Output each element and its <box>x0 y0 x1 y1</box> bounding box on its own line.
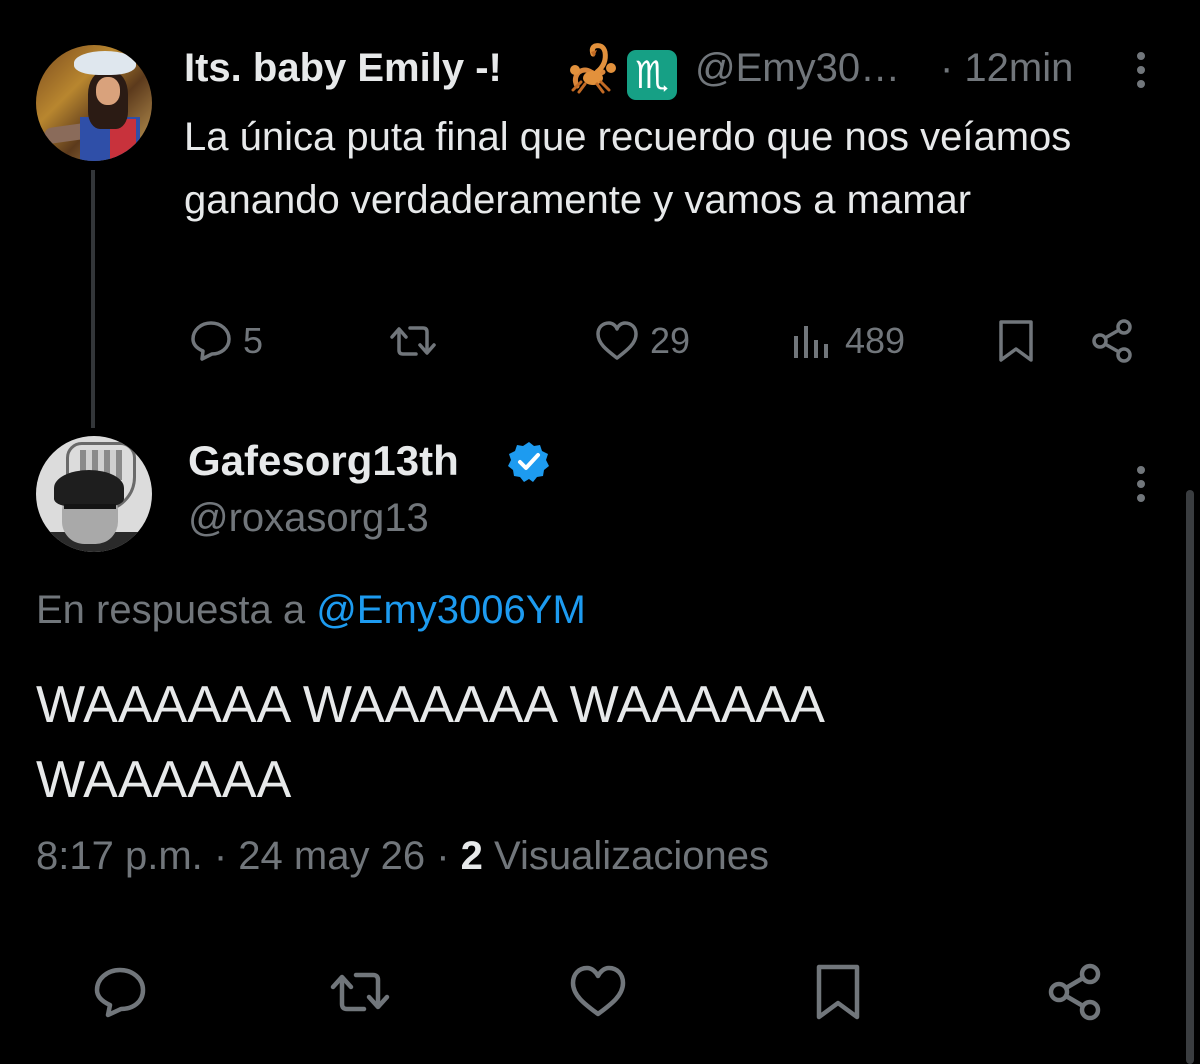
reply-mention-link[interactable]: @Emy3006YM <box>316 588 586 632</box>
views-count: 489 <box>845 320 906 361</box>
retweet-icon[interactable] <box>390 318 436 364</box>
avatar-gafesorg[interactable] <box>36 436 152 552</box>
tweet-text: WAAAAAA WAAAAAA WAAAAAA WAAAAAA <box>36 676 823 809</box>
verified-badge-icon <box>508 442 549 482</box>
share-icon[interactable] <box>1090 318 1136 364</box>
reply-count: 5 <box>243 320 264 361</box>
reply-prefix: En respuesta a <box>36 588 317 632</box>
author-name[interactable]: Its. baby Emily -! <box>184 46 502 91</box>
scorpion-emoji-icon <box>570 43 616 94</box>
reply-context: En respuesta a @Emy3006YM <box>36 588 586 633</box>
bookmark-icon[interactable] <box>808 962 868 1022</box>
avatar-emily[interactable] <box>36 45 152 161</box>
author-handle[interactable]: @roxasorg13 <box>188 496 429 541</box>
tweet-text: La única puta final que recuerdo que nos… <box>184 115 1072 222</box>
reply-icon[interactable] <box>188 318 234 364</box>
tweet-timestamp[interactable]: 8:17 p.m. · 24 may 26 · <box>36 834 461 878</box>
like-icon[interactable] <box>594 318 640 364</box>
author-handle[interactable]: @Emy30… <box>695 46 900 91</box>
views-icon[interactable] <box>790 318 836 364</box>
like-icon[interactable] <box>568 962 628 1022</box>
more-options-icon[interactable] <box>1135 464 1147 504</box>
thread-connector-line <box>91 170 95 428</box>
tweet-meta: 8:17 p.m. · 24 may 26 · 2 Visualizacione… <box>36 834 769 879</box>
tweet-time[interactable]: · 12min <box>940 46 1073 91</box>
views-count: 2 <box>460 834 483 878</box>
views-label: Visualizaciones <box>482 834 769 878</box>
more-options-icon[interactable] <box>1135 50 1147 90</box>
like-count: 29 <box>650 320 691 361</box>
reply-icon[interactable] <box>90 962 150 1022</box>
scorpio-sign-emoji-icon: ♏ <box>627 50 677 100</box>
bookmark-icon[interactable] <box>993 318 1039 364</box>
share-icon[interactable] <box>1046 962 1106 1022</box>
scrollbar[interactable] <box>1186 490 1194 1064</box>
retweet-icon[interactable] <box>330 962 390 1022</box>
author-name[interactable]: Gafesorg13th <box>188 437 459 485</box>
